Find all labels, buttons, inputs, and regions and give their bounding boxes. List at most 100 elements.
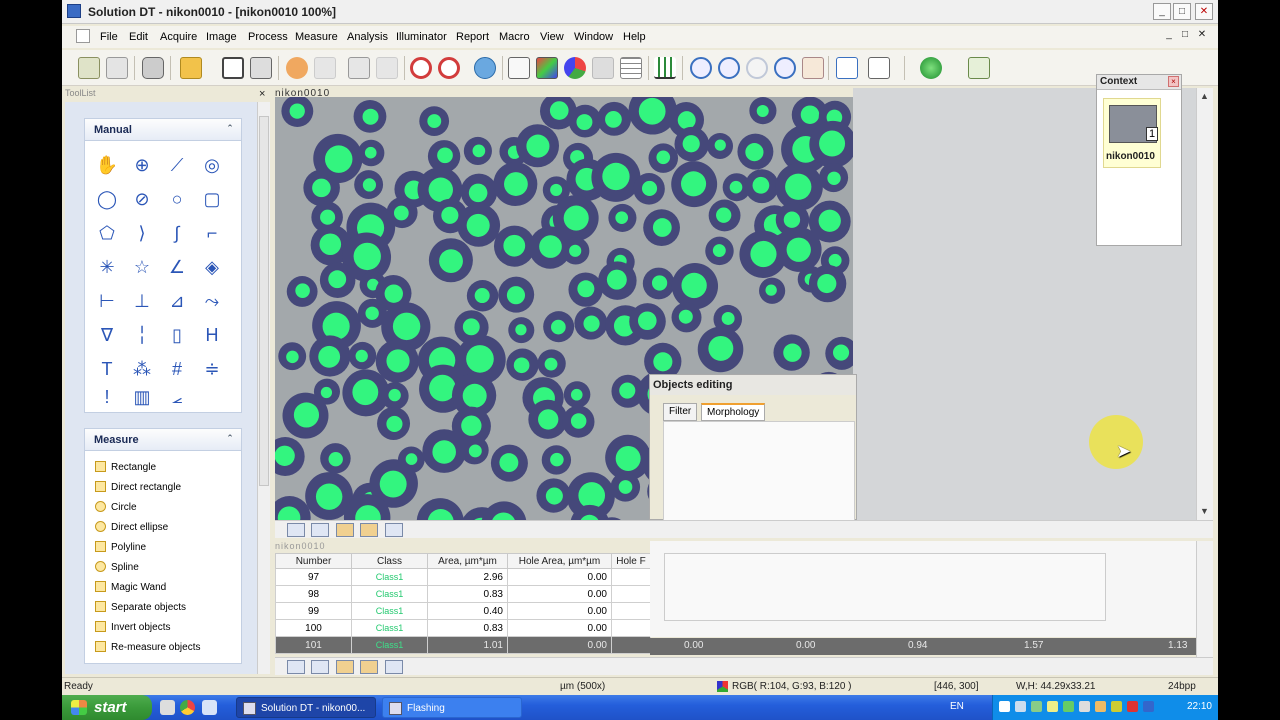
table-row[interactable]: 99 Class1 0.40 0.00 xyxy=(275,602,651,620)
segmented-object[interactable] xyxy=(289,103,305,119)
segmented-object[interactable] xyxy=(362,178,377,192)
segmented-object[interactable] xyxy=(513,357,530,374)
menu-illuminator[interactable]: Illuminator xyxy=(396,31,447,43)
menu-macro[interactable]: Macro xyxy=(499,31,530,43)
segmented-object[interactable] xyxy=(786,237,811,262)
segmented-object[interactable] xyxy=(428,177,453,202)
segmented-object[interactable] xyxy=(312,178,331,198)
segmented-object[interactable] xyxy=(461,415,482,436)
segmented-object[interactable] xyxy=(570,388,583,401)
rectangle-tool-icon[interactable]: ▢ xyxy=(200,187,224,211)
segmented-object[interactable] xyxy=(293,402,320,428)
segmented-object[interactable] xyxy=(583,315,600,332)
segmented-object[interactable] xyxy=(716,207,732,223)
measure-item-spline[interactable]: Spline xyxy=(95,561,139,579)
segmented-object[interactable] xyxy=(319,233,342,256)
column-hole-f[interactable]: Hole F xyxy=(611,553,651,569)
tray-icon[interactable] xyxy=(1079,701,1090,712)
segmented-object[interactable] xyxy=(429,374,456,402)
segmented-object[interactable] xyxy=(437,147,453,164)
segmented-object[interactable] xyxy=(652,218,672,237)
collapse-icon[interactable]: ⌃ xyxy=(224,433,236,445)
undo-icon[interactable] xyxy=(286,57,308,79)
exclamation-tool-icon[interactable]: ! xyxy=(95,385,119,409)
measure-item-rectangle[interactable]: Rectangle xyxy=(95,461,156,479)
measure-item-magic-wand[interactable]: Magic Wand xyxy=(95,581,166,599)
segmented-object[interactable] xyxy=(468,183,488,203)
segmented-object[interactable] xyxy=(544,357,558,371)
histogram-icon[interactable] xyxy=(654,57,676,79)
segmented-object[interactable] xyxy=(275,445,295,466)
segmented-object[interactable] xyxy=(653,352,673,372)
segmented-object[interactable] xyxy=(362,108,379,125)
pie-chart-icon[interactable] xyxy=(564,57,586,79)
document-list-icon[interactable] xyxy=(106,57,128,79)
save-icon[interactable] xyxy=(222,57,244,79)
segmented-object[interactable] xyxy=(577,280,595,298)
document-icon[interactable] xyxy=(76,29,90,43)
calibration-icon[interactable] xyxy=(868,57,890,79)
image-thumbnail[interactable]: 1 nikon0010 xyxy=(1103,98,1161,168)
segmented-object[interactable] xyxy=(462,383,487,408)
segmented-object[interactable] xyxy=(386,349,410,373)
grid-icon[interactable] xyxy=(620,57,642,79)
column-class[interactable]: Class xyxy=(351,553,428,569)
column-area[interactable]: Area, µm*µm xyxy=(427,553,508,569)
segmented-object[interactable] xyxy=(379,470,407,498)
stop-icon[interactable] xyxy=(410,57,432,79)
print-icon[interactable] xyxy=(250,57,272,79)
tray-icon[interactable] xyxy=(1143,701,1154,712)
circle-3pt-tool-icon[interactable]: ○ xyxy=(165,187,189,211)
segmented-object[interactable] xyxy=(320,386,333,399)
cancel-icon[interactable] xyxy=(438,57,460,79)
copy-icon[interactable] xyxy=(348,57,370,79)
segmented-object[interactable] xyxy=(605,111,622,128)
zoom-in-icon[interactable] xyxy=(690,57,712,79)
segmented-object[interactable] xyxy=(752,176,770,194)
graph-icon[interactable] xyxy=(508,57,530,79)
paste-icon[interactable] xyxy=(376,57,398,79)
ie-icon[interactable] xyxy=(160,700,175,715)
image-bars-icon[interactable] xyxy=(360,523,378,537)
tray-icon[interactable] xyxy=(1111,701,1122,712)
segmented-object[interactable] xyxy=(602,162,630,191)
measure-item-circle[interactable]: Circle xyxy=(95,501,137,519)
segmented-object[interactable] xyxy=(800,105,820,125)
segmented-object[interactable] xyxy=(392,312,421,341)
collapse-icon[interactable]: ⌃ xyxy=(224,123,236,135)
context-close-button[interactable]: × xyxy=(1168,76,1179,87)
asterisk-tool-icon[interactable]: ✳ xyxy=(95,255,119,279)
parallel-tool-icon[interactable]: ▯ xyxy=(165,323,189,347)
table-row[interactable]: 98 Class1 0.83 0.00 xyxy=(275,585,651,603)
toollist-close-button[interactable]: × xyxy=(259,88,265,100)
tab-morphology[interactable]: Morphology xyxy=(701,403,766,421)
angle-tool-icon[interactable]: ∠ xyxy=(165,255,189,279)
segmented-object[interactable] xyxy=(783,211,801,228)
points-tool-icon[interactable]: ◈ xyxy=(200,255,224,279)
segmented-object[interactable] xyxy=(818,209,841,232)
menu-file[interactable]: File xyxy=(100,31,118,43)
segmented-object[interactable] xyxy=(638,97,666,125)
triangle-tool-icon[interactable]: ⊿ xyxy=(165,289,189,313)
globe-icon[interactable] xyxy=(474,57,496,79)
menu-measure[interactable]: Measure xyxy=(295,31,338,43)
segmented-object[interactable] xyxy=(680,171,707,197)
tray-icon[interactable] xyxy=(999,701,1010,712)
tray-icon[interactable] xyxy=(1063,701,1074,712)
segmented-object[interactable] xyxy=(472,144,486,158)
segmented-object[interactable] xyxy=(318,345,341,368)
segmented-object[interactable] xyxy=(619,382,636,399)
tray-icon[interactable] xyxy=(1095,701,1106,712)
segmented-object[interactable] xyxy=(504,172,528,196)
segmented-object[interactable] xyxy=(606,269,627,290)
tab-filter[interactable]: Filter xyxy=(663,403,698,421)
segmented-object[interactable] xyxy=(681,272,707,299)
segmented-object[interactable] xyxy=(545,487,563,505)
measure-item-invert-objects[interactable]: Invert objects xyxy=(95,621,170,639)
maximize-button[interactable]: □ xyxy=(1173,3,1191,20)
menu-image[interactable]: Image xyxy=(206,31,237,43)
segmented-object[interactable] xyxy=(828,253,842,267)
measure-item-re-measure-objects[interactable]: Re-measure objects xyxy=(95,641,200,659)
segmented-object[interactable] xyxy=(405,453,418,465)
line-tool-icon[interactable]: ⟋ xyxy=(165,153,189,177)
